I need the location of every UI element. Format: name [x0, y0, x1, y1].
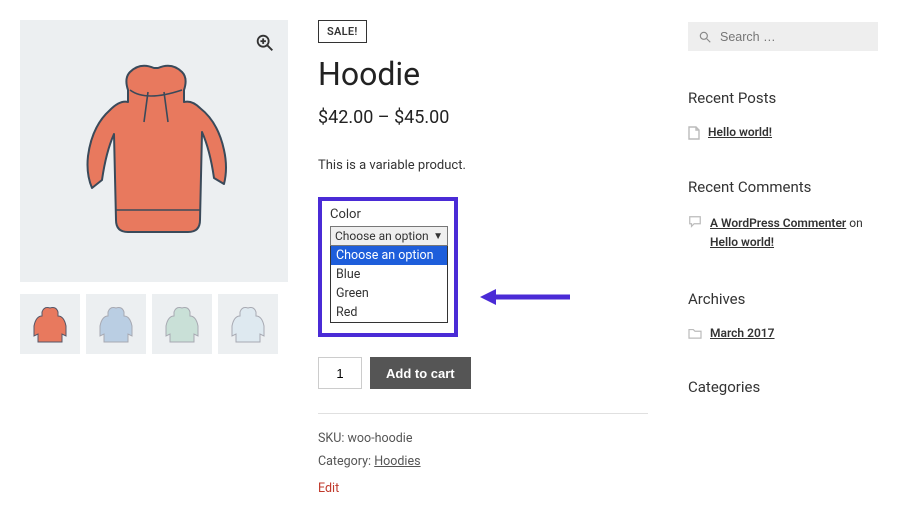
quantity-input[interactable] — [318, 357, 362, 389]
sale-badge: SALE! — [318, 20, 367, 43]
color-option[interactable]: Choose an option — [331, 246, 447, 265]
add-to-cart-button[interactable]: Add to cart — [370, 357, 471, 389]
search-box[interactable] — [688, 22, 878, 51]
product-title: Hoodie — [318, 55, 648, 93]
product-image-main[interactable] — [20, 20, 288, 282]
color-option[interactable]: Blue — [331, 265, 447, 284]
annotation-arrow-icon — [478, 282, 578, 312]
gallery-thumb[interactable] — [152, 294, 212, 354]
sidebar: Recent Posts Hello world! Recent Comment… — [688, 22, 878, 414]
edit-link[interactable]: Edit — [318, 481, 339, 496]
recent-comment-item: A WordPress Commenter on Hello world! — [688, 214, 878, 252]
product-description: This is a variable product. — [318, 158, 648, 173]
product-price: $42.00 – $45.00 — [318, 107, 648, 128]
recent-post-item: Hello world! — [688, 125, 878, 140]
product-summary: SALE! Hoodie $42.00 – $45.00 This is a v… — [318, 20, 648, 496]
category-label: Category: — [318, 454, 374, 469]
color-dropdown: Choose an option Blue Green Red — [330, 246, 448, 323]
gallery-thumb[interactable] — [218, 294, 278, 354]
variation-box-annotation: Color Choose an option ▼ Choose an optio… — [318, 197, 458, 337]
magnify-icon[interactable] — [254, 32, 276, 54]
widget-title-archives: Archives — [688, 290, 878, 308]
gallery-thumb[interactable] — [86, 294, 146, 354]
sku-label: SKU: — [318, 431, 348, 446]
comment-icon — [688, 215, 702, 229]
chevron-down-icon: ▼ — [433, 231, 443, 242]
product-gallery — [20, 20, 288, 354]
sku-value: woo-hoodie — [348, 431, 413, 446]
variation-label: Color — [330, 207, 446, 222]
recent-post-link[interactable]: Hello world! — [708, 125, 772, 139]
archive-link[interactable]: March 2017 — [710, 326, 775, 340]
comment-author-link[interactable]: A WordPress Commenter — [710, 216, 846, 230]
comment-post-link[interactable]: Hello world! — [710, 235, 774, 249]
color-select-value: Choose an option — [335, 229, 429, 243]
widget-title-recent-comments: Recent Comments — [688, 178, 878, 196]
widget-title-recent-posts: Recent Posts — [688, 89, 878, 107]
product-meta: SKU: woo-hoodie Category: Hoodies — [318, 413, 648, 473]
color-option[interactable]: Red — [331, 303, 447, 322]
archive-item: March 2017 — [688, 326, 878, 340]
category-link[interactable]: Hoodies — [374, 454, 420, 469]
widget-title-categories: Categories — [688, 378, 878, 396]
gallery-thumb[interactable] — [20, 294, 80, 354]
document-icon — [688, 126, 700, 140]
search-icon — [698, 30, 712, 44]
color-option[interactable]: Green — [331, 284, 447, 303]
comment-on-text: on — [846, 216, 862, 230]
search-input[interactable] — [720, 30, 881, 44]
color-select[interactable]: Choose an option ▼ — [330, 226, 448, 246]
folder-icon — [688, 327, 702, 339]
